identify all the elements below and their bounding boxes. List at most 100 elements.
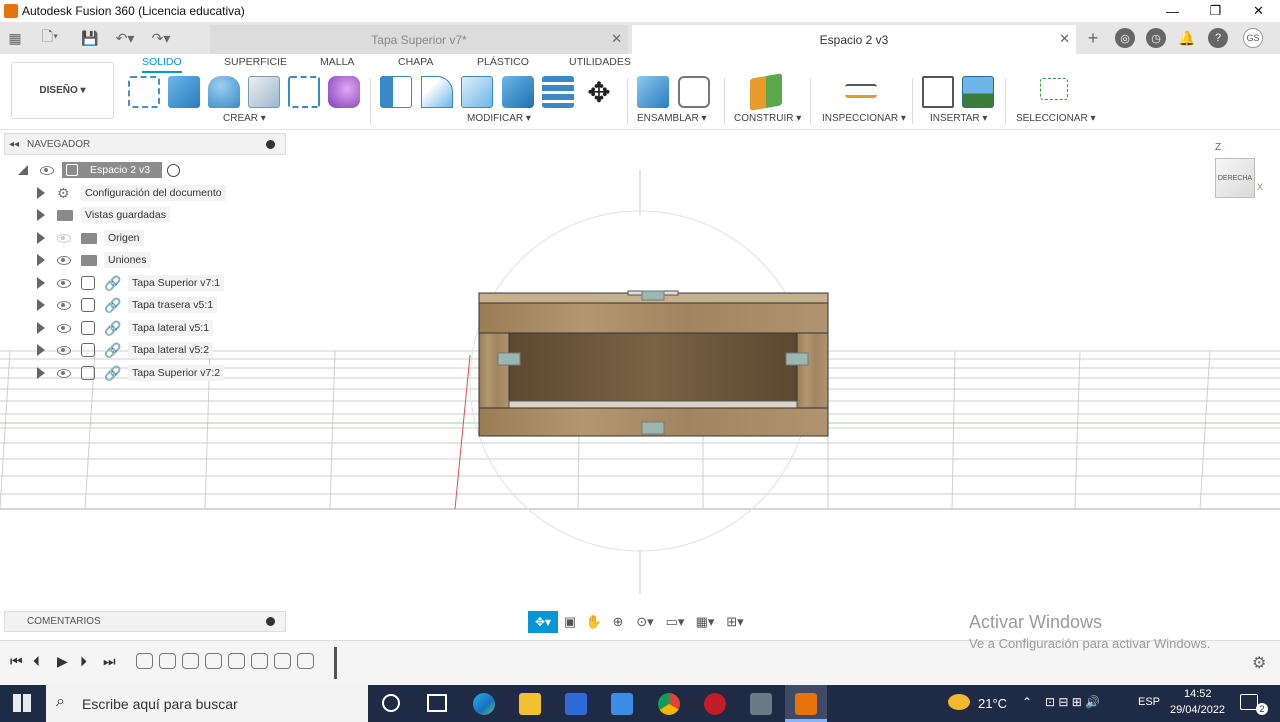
- tree-item[interactable]: Origen: [0, 228, 290, 248]
- tree-item[interactable]: ⚙ Configuración del documento: [0, 183, 290, 203]
- timeline-feature-icon[interactable]: [228, 653, 245, 669]
- group-insertar[interactable]: INSERTAR ▾: [930, 113, 987, 124]
- expand-icon[interactable]: [37, 187, 45, 199]
- view-cube[interactable]: Z DERECHA X: [1207, 142, 1267, 200]
- comments-panel-header[interactable]: COMENTARIOS: [4, 611, 286, 632]
- job-status-icon[interactable]: ◷: [1146, 28, 1166, 48]
- tab-tapa-superior[interactable]: Tapa Superior v7* ✕: [210, 25, 628, 54]
- timeline-feature-icon[interactable]: [136, 653, 153, 669]
- expand-icon[interactable]: [37, 209, 45, 221]
- add-comment-icon[interactable]: [266, 617, 275, 626]
- visibility-eye-icon[interactable]: [40, 165, 54, 175]
- clock-time[interactable]: 14:52: [1184, 688, 1212, 700]
- revolve-icon[interactable]: [208, 76, 240, 108]
- timeline-marker[interactable]: [334, 647, 337, 679]
- expand-icon[interactable]: [37, 322, 45, 334]
- visibility-eye-icon[interactable]: [57, 255, 71, 265]
- new-component-icon[interactable]: [637, 76, 669, 108]
- look-at-icon[interactable]: ▣: [558, 614, 582, 630]
- tray-chevron-icon[interactable]: ⌃: [1022, 695, 1032, 709]
- timeline-feature-icon[interactable]: [159, 653, 176, 669]
- redo-icon[interactable]: ↷▾: [146, 28, 176, 48]
- undo-icon[interactable]: ↶▾: [110, 28, 140, 48]
- file-menu-icon[interactable]: 🗋▾: [36, 28, 64, 48]
- tab-espacio-2[interactable]: Espacio 2 v3 ✕: [632, 25, 1076, 54]
- group-crear[interactable]: CREAR ▾: [223, 113, 266, 124]
- extensions-icon[interactable]: ◎: [1115, 28, 1135, 48]
- tree-item[interactable]: 🔗 Tapa Superior v7:1: [0, 273, 290, 293]
- tree-item[interactable]: 🔗 Tapa trasera v5:1: [0, 295, 290, 315]
- joint-icon[interactable]: [678, 76, 710, 108]
- store-icon[interactable]: [565, 693, 587, 715]
- taskbar-search[interactable]: ⌕ Escribe aquí para buscar: [46, 685, 368, 722]
- hole-icon[interactable]: [248, 76, 280, 108]
- display-settings-icon[interactable]: ▭▾: [660, 614, 690, 630]
- left-panel[interactable]: [478, 332, 510, 409]
- tab-superficie[interactable]: SUPERFICIE: [224, 56, 287, 68]
- tab-plastico[interactable]: PLÁSTICO: [477, 56, 529, 68]
- grid-settings-icon[interactable]: ▦▾: [690, 614, 720, 630]
- visibility-eye-icon[interactable]: [57, 323, 71, 333]
- tree-item[interactable]: 🔗 Tapa Superior v7:2: [0, 363, 290, 383]
- notifications-icon[interactable]: 🔔: [1177, 28, 1197, 48]
- tree-item[interactable]: Uniones: [0, 250, 290, 270]
- timeline-joint-icon[interactable]: [274, 653, 291, 669]
- viewports-icon[interactable]: ⊞▾: [720, 614, 750, 630]
- tab-solido[interactable]: SOLIDO: [142, 56, 182, 73]
- task-view-icon[interactable]: [427, 694, 447, 712]
- expand-icon[interactable]: [37, 232, 45, 244]
- tray-system-icons[interactable]: ⊡ ⊟ ⊞ 🔊: [1045, 695, 1100, 709]
- tree-item[interactable]: Vistas guardadas: [0, 205, 290, 225]
- tab-utilidades[interactable]: UTILIDADES: [569, 56, 631, 68]
- group-seleccionar[interactable]: SELECCIONAR ▾: [1016, 113, 1095, 124]
- app-grid-icon[interactable]: ▦: [5, 28, 25, 48]
- expand-icon[interactable]: [37, 344, 45, 356]
- insert-derive-icon[interactable]: [922, 76, 954, 108]
- group-modificar[interactable]: MODIFICAR ▾: [467, 113, 531, 124]
- move-copy-icon[interactable]: ✥: [583, 76, 615, 108]
- hidden-eye-icon[interactable]: [57, 233, 71, 243]
- offset-plane-icon[interactable]: [750, 73, 782, 111]
- timeline-prev-icon[interactable]: ⏴: [33, 653, 40, 670]
- orbit-icon[interactable]: ✥▾: [528, 611, 558, 633]
- language-indicator[interactable]: ESP: [1138, 696, 1160, 708]
- zoom-icon[interactable]: ⊕: [606, 614, 630, 630]
- expand-icon[interactable]: [37, 254, 45, 266]
- minimize-button[interactable]: —: [1151, 0, 1194, 22]
- activate-radio-icon[interactable]: [167, 163, 180, 177]
- expand-icon[interactable]: [37, 277, 45, 289]
- measure-icon[interactable]: [845, 84, 877, 98]
- timeline-feature-icon[interactable]: [205, 653, 222, 669]
- weather-temp[interactable]: 21°C: [978, 696, 1007, 711]
- save-icon[interactable]: 💾: [80, 28, 100, 48]
- chrome-icon[interactable]: [658, 693, 680, 715]
- clock-date[interactable]: 29/04/2022: [1170, 704, 1225, 716]
- timeline-feature-icon[interactable]: [182, 653, 199, 669]
- select-icon[interactable]: [1040, 78, 1068, 100]
- pattern-icon[interactable]: [288, 76, 320, 108]
- calculator-icon[interactable]: [750, 693, 772, 715]
- expand-icon[interactable]: [37, 367, 45, 379]
- timeline-play-icon[interactable]: ▶: [57, 653, 68, 670]
- press-pull-icon[interactable]: [380, 76, 412, 108]
- fusion-taskbar-icon[interactable]: [795, 693, 817, 715]
- tree-item[interactable]: 🔗 Tapa lateral v5:1: [0, 318, 290, 338]
- file-explorer-icon[interactable]: [519, 693, 541, 715]
- timeline-next-icon[interactable]: ⏵: [80, 653, 87, 670]
- new-tab-icon[interactable]: +: [1083, 28, 1103, 48]
- group-construir[interactable]: CONSTRUIR ▾: [734, 113, 801, 124]
- user-avatar[interactable]: GS: [1243, 28, 1263, 48]
- workspace-switcher[interactable]: DISEÑO ▾: [11, 62, 114, 119]
- joint-glyph[interactable]: [641, 421, 665, 435]
- expand-root-icon[interactable]: [18, 165, 28, 175]
- back-panel[interactable]: [508, 332, 798, 402]
- create-sketch-icon[interactable]: [128, 76, 160, 108]
- close-tab-icon[interactable]: ✕: [611, 31, 622, 47]
- view-cube-face[interactable]: DERECHA: [1215, 158, 1255, 198]
- timeline-feature-icon[interactable]: [251, 653, 268, 669]
- browser-header[interactable]: ◂◂ NAVEGADOR: [4, 133, 286, 155]
- joint-glyph[interactable]: [785, 352, 809, 366]
- visibility-eye-icon[interactable]: [57, 345, 71, 355]
- group-inspeccionar[interactable]: INSPECCIONAR ▾: [822, 113, 906, 124]
- edge-icon[interactable]: [473, 693, 495, 715]
